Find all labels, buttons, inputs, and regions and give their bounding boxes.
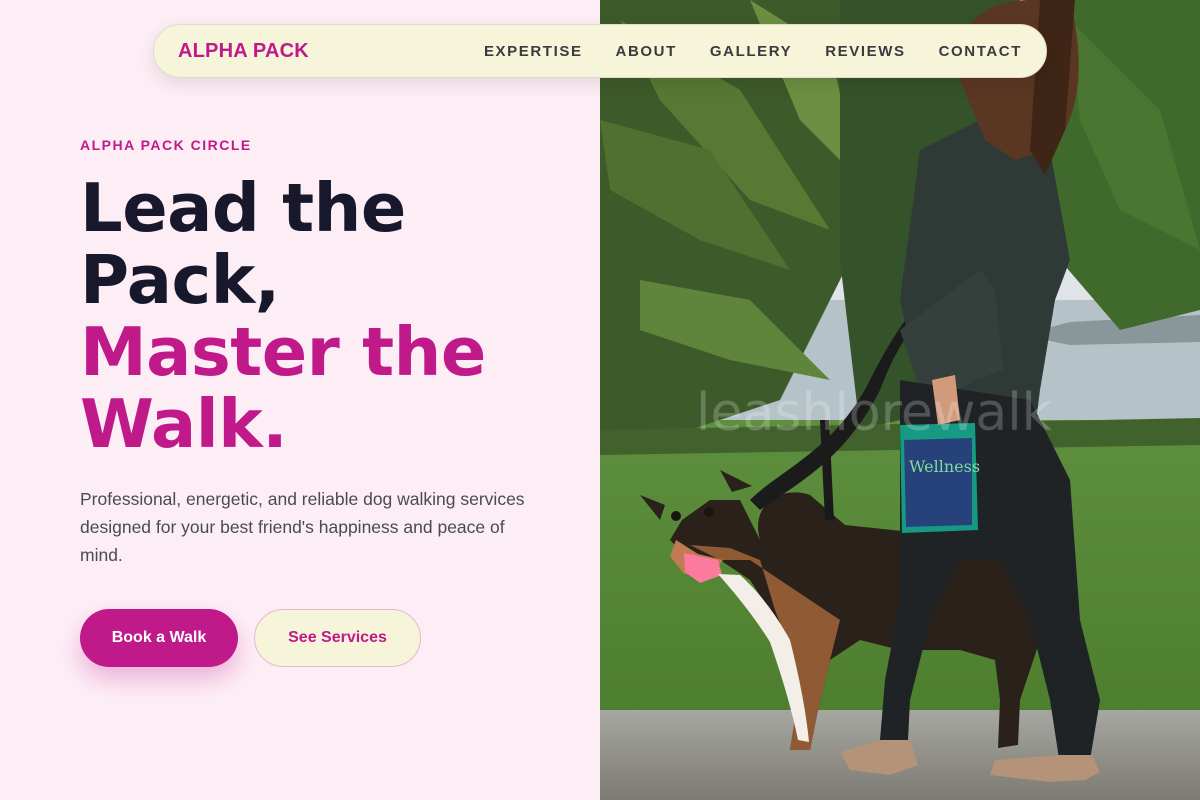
- hero-photo-panel: Wellness leashlorewalk: [600, 0, 1200, 800]
- top-navbar: ALPHA PACK EXPERTISE ABOUT GALLERY REVIE…: [153, 24, 1047, 78]
- hero-headline: Lead the Pack, Master the Walk.: [80, 172, 580, 460]
- hero-eyebrow: ALPHA PACK CIRCLE: [80, 137, 252, 153]
- nav-link-reviews[interactable]: REVIEWS: [825, 43, 905, 60]
- nav-link-gallery[interactable]: GALLERY: [710, 43, 792, 60]
- hero-subtitle: Professional, energetic, and reliable do…: [80, 489, 525, 565]
- brand-logo[interactable]: ALPHA PACK: [178, 40, 309, 63]
- bag-label: Wellness: [909, 457, 980, 476]
- headline-line-3: Master the: [80, 313, 486, 391]
- nav-links: EXPERTISE ABOUT GALLERY REVIEWS CONTACT: [484, 43, 1022, 60]
- nav-link-about[interactable]: ABOUT: [616, 43, 677, 60]
- nav-link-contact[interactable]: CONTACT: [939, 43, 1022, 60]
- photo-watermark: leashlorewalk: [696, 383, 1052, 443]
- woman-walking-dog-photo: Wellness leashlorewalk: [600, 0, 1200, 800]
- hero-left-panel: ALPHA PACK CIRCLE Lead the Pack, Master …: [0, 0, 600, 800]
- headline-line-4: Walk.: [80, 385, 288, 463]
- book-walk-button[interactable]: Book a Walk: [80, 609, 238, 667]
- see-services-button[interactable]: See Services: [254, 609, 421, 667]
- nav-link-expertise[interactable]: EXPERTISE: [484, 43, 583, 60]
- headline-line-1: Lead the: [80, 169, 406, 247]
- headline-line-2: Pack,: [80, 241, 280, 319]
